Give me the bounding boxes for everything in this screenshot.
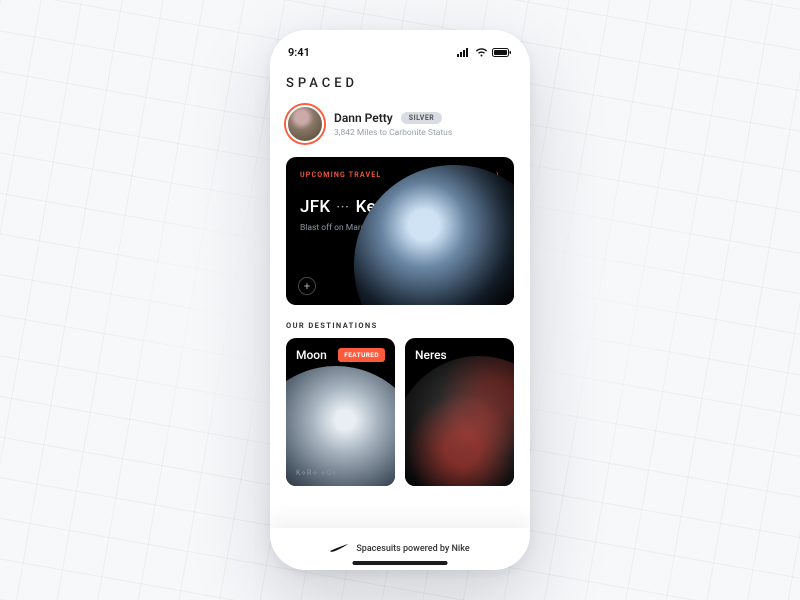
decorative-glyphs: K⟡R⟡ ⟡O⟡	[296, 469, 338, 478]
moon-illustration	[286, 366, 395, 486]
miles-to-next-tier: 3,842 Miles to Carbonite Status	[334, 128, 452, 138]
destination-card-moon[interactable]: Moon FEATURED K⟡R⟡ ⟡O⟡	[286, 338, 395, 486]
device-notch	[340, 30, 460, 52]
nike-swoosh-icon	[330, 544, 348, 555]
avatar[interactable]	[286, 105, 324, 143]
route-separator-icon: ···	[336, 200, 349, 214]
planet-illustration	[354, 165, 514, 305]
screen-content: SPACED Dann Petty SILVER 3,842 Miles to …	[270, 64, 530, 486]
featured-badge: FEATURED	[338, 348, 385, 362]
wifi-icon	[475, 48, 488, 57]
route-from: JFK	[300, 197, 330, 217]
status-time: 9:41	[288, 46, 310, 59]
tier-badge: SILVER	[401, 112, 442, 124]
status-icons	[457, 48, 512, 57]
destination-card-neres[interactable]: Neres	[405, 338, 514, 486]
cellular-icon	[457, 48, 471, 57]
destinations-row: Moon FEATURED K⟡R⟡ ⟡O⟡ Neres	[286, 338, 514, 486]
upcoming-travel-card[interactable]: UPCOMING TRAVEL ⟨⟡⟢⟩ JFK ··· Kepler 452B…	[286, 157, 514, 305]
profile-block[interactable]: Dann Petty SILVER 3,842 Miles to Carboni…	[286, 105, 514, 143]
footer-text: Spacesuits powered by Nike	[356, 544, 469, 554]
destinations-heading: OUR DESTINATIONS	[286, 321, 514, 330]
app-brand: SPACED	[286, 76, 514, 91]
neres-illustration	[405, 356, 514, 486]
home-indicator[interactable]	[353, 561, 448, 565]
battery-icon	[492, 48, 512, 57]
plus-icon: +	[304, 280, 310, 293]
user-name: Dann Petty	[334, 111, 393, 125]
phone-frame: 9:41 SPACED Dann Petty SILVER 3,842 Mile…	[270, 30, 530, 570]
add-trip-button[interactable]: +	[298, 277, 316, 295]
